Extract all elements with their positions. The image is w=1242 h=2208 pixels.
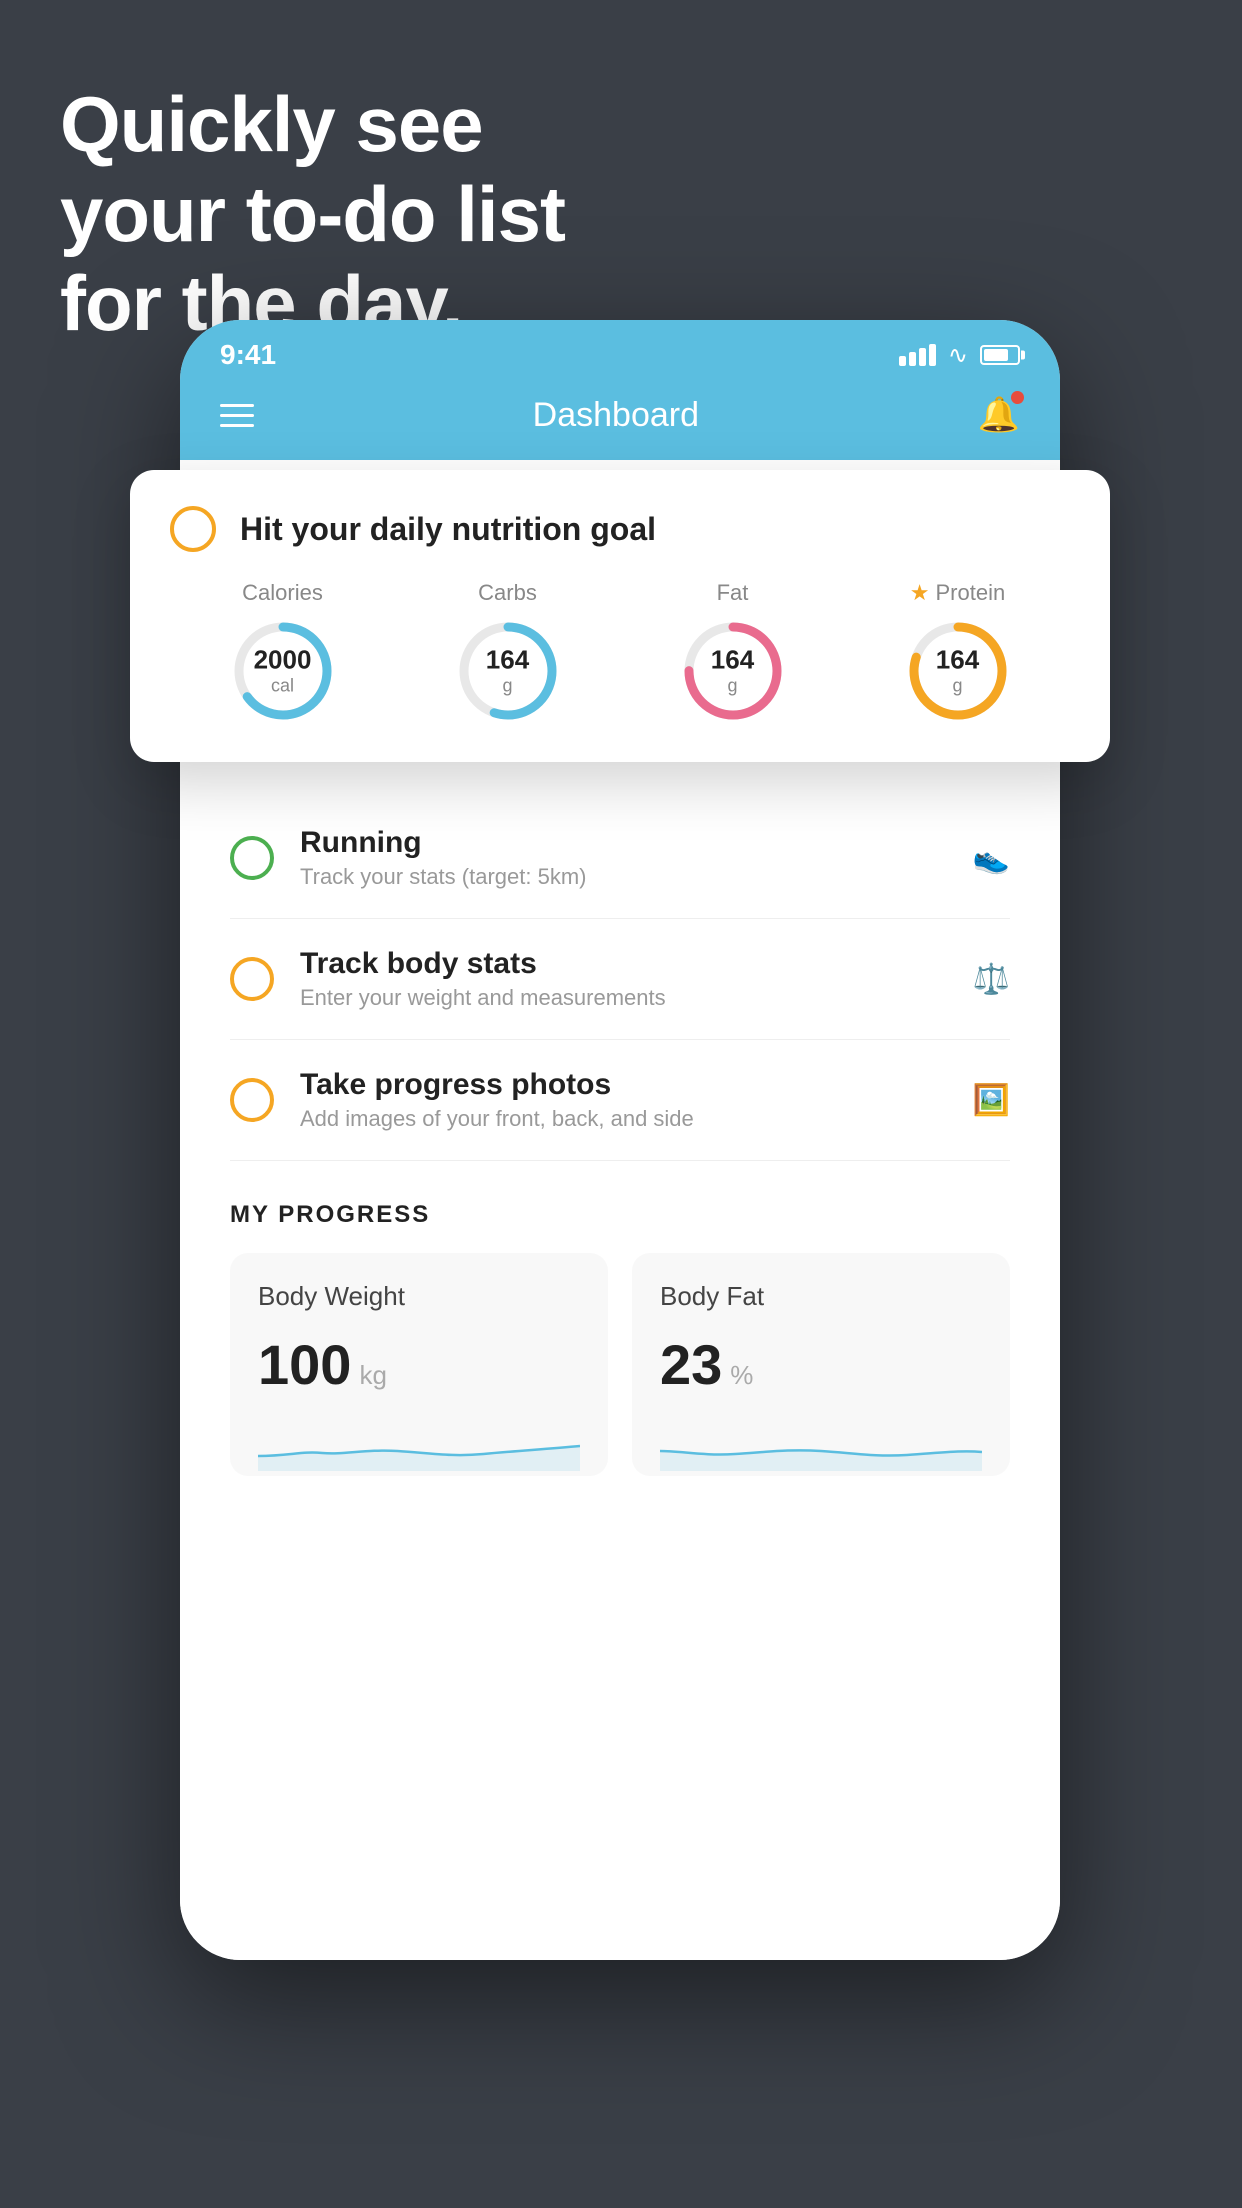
calories-ring: 2000 cal (228, 616, 338, 726)
status-time: 9:41 (220, 339, 276, 371)
nutrition-circles: Calories 2000 cal Carbs (170, 580, 1070, 726)
star-icon: ★ (910, 580, 930, 606)
todo-name: Track body stats (300, 947, 973, 981)
nav-title: Dashboard (533, 396, 699, 435)
fat-ring: 164 g (678, 616, 788, 726)
my-progress-header: MY PROGRESS (230, 1201, 1010, 1229)
todo-sub: Add images of your front, back, and side (300, 1106, 973, 1132)
protein-value: 164 (936, 645, 979, 676)
body-weight-value: 100 (258, 1332, 351, 1397)
body-fat-title: Body Fat (660, 1281, 982, 1312)
body-fat-chart (660, 1421, 982, 1471)
protein-ring: 164 g (903, 616, 1013, 726)
todo-checkbox[interactable] (230, 836, 274, 880)
list-item[interactable]: Track body stats Enter your weight and m… (230, 919, 1010, 1040)
nutrition-calories: Calories 2000 cal (228, 580, 338, 726)
nutrition-carbs: Carbs 164 g (453, 580, 563, 726)
todo-checkbox[interactable] (230, 957, 274, 1001)
photo-icon: 🖼️ (973, 1083, 1010, 1118)
calories-label: Calories (242, 580, 323, 606)
todo-sub: Track your stats (target: 5km) (300, 864, 973, 890)
card-title: Hit your daily nutrition goal (240, 511, 656, 548)
headline-line2: your to-do list (60, 170, 565, 260)
notification-dot (1011, 391, 1024, 404)
todo-sub: Enter your weight and measurements (300, 985, 973, 1011)
fat-unit: g (711, 676, 754, 698)
carbs-label: Carbs (478, 580, 537, 606)
calories-value: 2000 (254, 645, 312, 676)
todo-list: Running Track your stats (target: 5km) 👟… (180, 798, 1060, 1161)
body-weight-card[interactable]: Body Weight 100 kg (230, 1253, 608, 1476)
protein-label: ★Protein (910, 580, 1005, 606)
nav-bar: Dashboard 🔔 (180, 380, 1060, 460)
list-item[interactable]: Running Track your stats (target: 5km) 👟 (230, 798, 1010, 919)
nutrition-fat: Fat 164 g (678, 580, 788, 726)
carbs-value: 164 (486, 645, 529, 676)
headline: Quickly see your to-do list for the day. (60, 80, 565, 349)
wifi-icon: ∿ (948, 341, 968, 370)
todo-checkbox[interactable] (230, 1078, 274, 1122)
running-icon: 👟 (973, 841, 1010, 876)
body-weight-title: Body Weight (258, 1281, 580, 1312)
body-fat-card[interactable]: Body Fat 23 % (632, 1253, 1010, 1476)
todo-name: Take progress photos (300, 1068, 973, 1102)
notification-bell[interactable]: 🔔 (978, 395, 1020, 435)
card-check-circle[interactable] (170, 506, 216, 552)
protein-unit: g (936, 676, 979, 698)
carbs-ring: 164 g (453, 616, 563, 726)
body-weight-chart (258, 1421, 580, 1471)
headline-line1: Quickly see (60, 80, 565, 170)
body-fat-unit: % (730, 1360, 753, 1391)
todo-name: Running (300, 826, 973, 860)
status-bar: 9:41 ∿ (180, 320, 1060, 380)
scale-icon: ⚖️ (973, 962, 1010, 997)
fat-value: 164 (711, 645, 754, 676)
my-progress-section: MY PROGRESS Body Weight 100 kg Body Fat (180, 1161, 1060, 1516)
status-icons: ∿ (899, 341, 1020, 370)
list-item[interactable]: Take progress photos Add images of your … (230, 1040, 1010, 1161)
nutrition-protein: ★Protein 164 g (903, 580, 1013, 726)
battery-icon (980, 345, 1020, 365)
body-fat-value: 23 (660, 1332, 722, 1397)
hamburger-menu[interactable] (220, 404, 254, 427)
signal-icon (899, 344, 936, 366)
carbs-unit: g (486, 676, 529, 698)
nutrition-card: Hit your daily nutrition goal Calories 2… (130, 470, 1110, 762)
progress-cards: Body Weight 100 kg Body Fat 23 % (230, 1253, 1010, 1476)
fat-label: Fat (717, 580, 749, 606)
body-weight-unit: kg (359, 1360, 386, 1391)
calories-unit: cal (254, 676, 312, 698)
